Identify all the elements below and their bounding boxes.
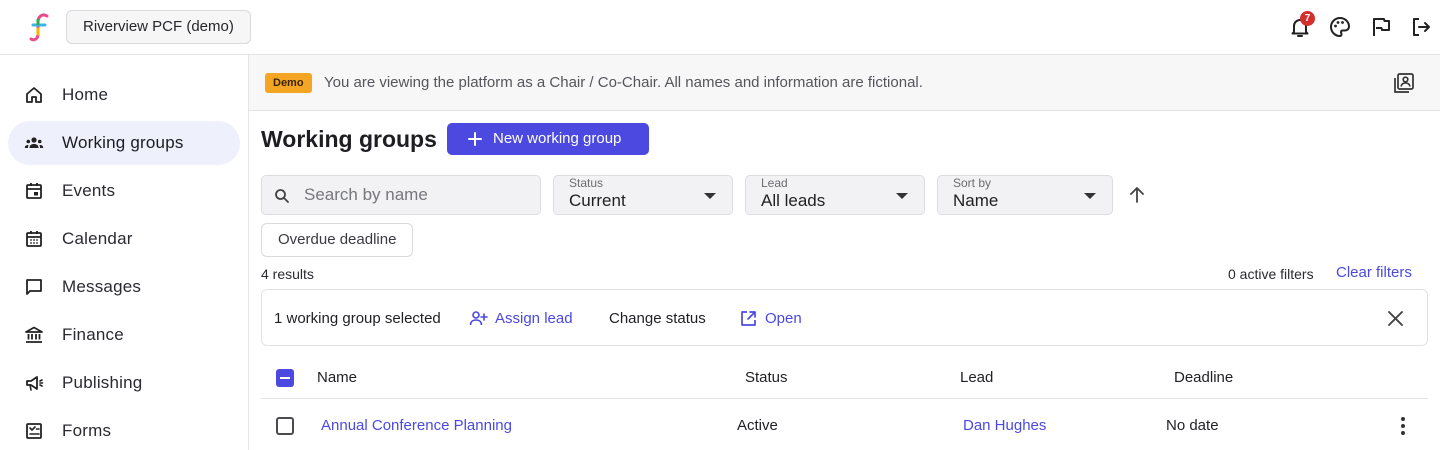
clear-filters-link[interactable]: Clear filters <box>1336 264 1412 282</box>
open-label: Open <box>765 310 802 327</box>
sidebar-item-label: Forms <box>62 421 112 440</box>
row-lead-link[interactable]: Dan Hughes <box>963 400 1046 450</box>
sidebar-item-events[interactable]: Events <box>8 169 240 213</box>
arrow-up-icon[interactable] <box>1127 185 1147 205</box>
event-icon <box>26 183 42 199</box>
message-icon <box>26 279 42 295</box>
row-deadline: No date <box>1166 417 1219 434</box>
sidebar-item-label: Home <box>62 85 109 104</box>
people-icon <box>24 137 44 148</box>
form-icon <box>26 423 42 439</box>
new-working-group-label: New working group <box>493 130 622 147</box>
top-bar: Riverview PCF (demo) 7 <box>0 0 1440 55</box>
row-status: Active <box>737 417 778 434</box>
active-filters-count: 0 active filters <box>1228 266 1314 282</box>
person-add-icon <box>469 311 488 326</box>
sort-select-value: Name <box>953 191 999 210</box>
column-header-deadline[interactable]: Deadline <box>1174 358 1233 398</box>
plus-icon <box>468 132 482 146</box>
sort-select-label: Sort by <box>953 176 992 190</box>
sidebar-item-messages[interactable]: Messages <box>8 265 240 309</box>
status-select-value: Current <box>569 191 626 210</box>
caret-down-icon <box>1084 193 1096 199</box>
status-select-label: Status <box>569 176 604 190</box>
sidebar-item-label: Working groups <box>62 133 184 152</box>
sidebar-item-label: Messages <box>62 277 142 296</box>
sidebar-item-finance[interactable]: Finance <box>8 313 240 357</box>
notification-badge: 7 <box>1300 11 1315 26</box>
table-header: Name Status Lead Deadline <box>261 358 1428 399</box>
overdue-deadline-chip[interactable]: Overdue deadline <box>261 223 414 257</box>
palette-icon[interactable] <box>1328 15 1352 39</box>
sidebar: Home Working groups Events Calendar Mess… <box>0 55 249 450</box>
sidebar-item-calendar[interactable]: Calendar <box>8 217 240 261</box>
select-all-checkbox[interactable] <box>276 369 294 387</box>
bank-icon <box>25 326 43 343</box>
more-options-icon[interactable] <box>1400 417 1406 435</box>
column-header-name[interactable]: Name <box>317 358 357 398</box>
demo-banner: Demo You are viewing the platform as a C… <box>249 55 1440 111</box>
row-checkbox[interactable] <box>276 417 294 435</box>
sidebar-item-forms[interactable]: Forms <box>8 409 240 450</box>
caret-down-icon <box>896 193 908 199</box>
org-switcher-button[interactable]: Riverview PCF (demo) <box>66 10 251 44</box>
caret-down-icon <box>704 193 716 199</box>
open-button[interactable]: Open <box>739 290 809 347</box>
column-header-status[interactable]: Status <box>745 358 788 398</box>
logout-icon[interactable] <box>1409 15 1433 39</box>
megaphone-icon <box>26 376 44 391</box>
lead-select[interactable]: Lead All leads <box>745 175 925 215</box>
lead-select-value: All leads <box>761 191 826 210</box>
close-icon[interactable] <box>1386 309 1405 328</box>
lead-select-label: Lead <box>761 176 788 190</box>
page-title: Working groups <box>261 126 437 152</box>
table-row: Annual Conference Planning Active Dan Hu… <box>261 400 1428 450</box>
demo-banner-text: You are viewing the platform as a Chair … <box>324 74 923 91</box>
sidebar-item-home[interactable]: Home <box>8 73 240 117</box>
change-status-button[interactable]: Change status <box>609 290 709 347</box>
sidebar-item-label: Finance <box>62 325 124 344</box>
switch-account-icon[interactable] <box>1393 72 1415 94</box>
sort-select[interactable]: Sort by Name <box>937 175 1113 215</box>
working-group-name-link[interactable]: Annual Conference Planning <box>321 400 512 450</box>
results-count: 4 results <box>261 266 314 282</box>
sidebar-item-label: Publishing <box>62 373 143 392</box>
column-header-lead[interactable]: Lead <box>960 358 993 398</box>
selection-count: 1 working group selected <box>274 310 441 327</box>
assign-lead-button[interactable]: Assign lead <box>469 290 579 347</box>
search-field[interactable] <box>261 175 541 215</box>
home-icon <box>26 87 42 103</box>
sidebar-item-working-groups[interactable]: Working groups <box>8 121 240 165</box>
open-external-icon <box>741 311 756 326</box>
new-working-group-button[interactable]: New working group <box>447 123 649 155</box>
sidebar-item-label: Events <box>62 181 116 200</box>
assign-lead-label: Assign lead <box>495 310 573 327</box>
sidebar-item-publishing[interactable]: Publishing <box>8 361 240 405</box>
calendar-icon <box>26 231 42 247</box>
search-icon <box>275 189 289 203</box>
demo-tag: Demo <box>265 73 312 93</box>
flag-icon[interactable] <box>1369 15 1393 39</box>
status-select[interactable]: Status Current <box>553 175 733 215</box>
sidebar-item-label: Calendar <box>62 229 133 248</box>
selection-bar: 1 working group selected Assign lead Cha… <box>261 289 1428 346</box>
change-status-label: Change status <box>609 310 706 327</box>
app-logo[interactable] <box>28 12 52 42</box>
search-input[interactable] <box>304 176 534 214</box>
